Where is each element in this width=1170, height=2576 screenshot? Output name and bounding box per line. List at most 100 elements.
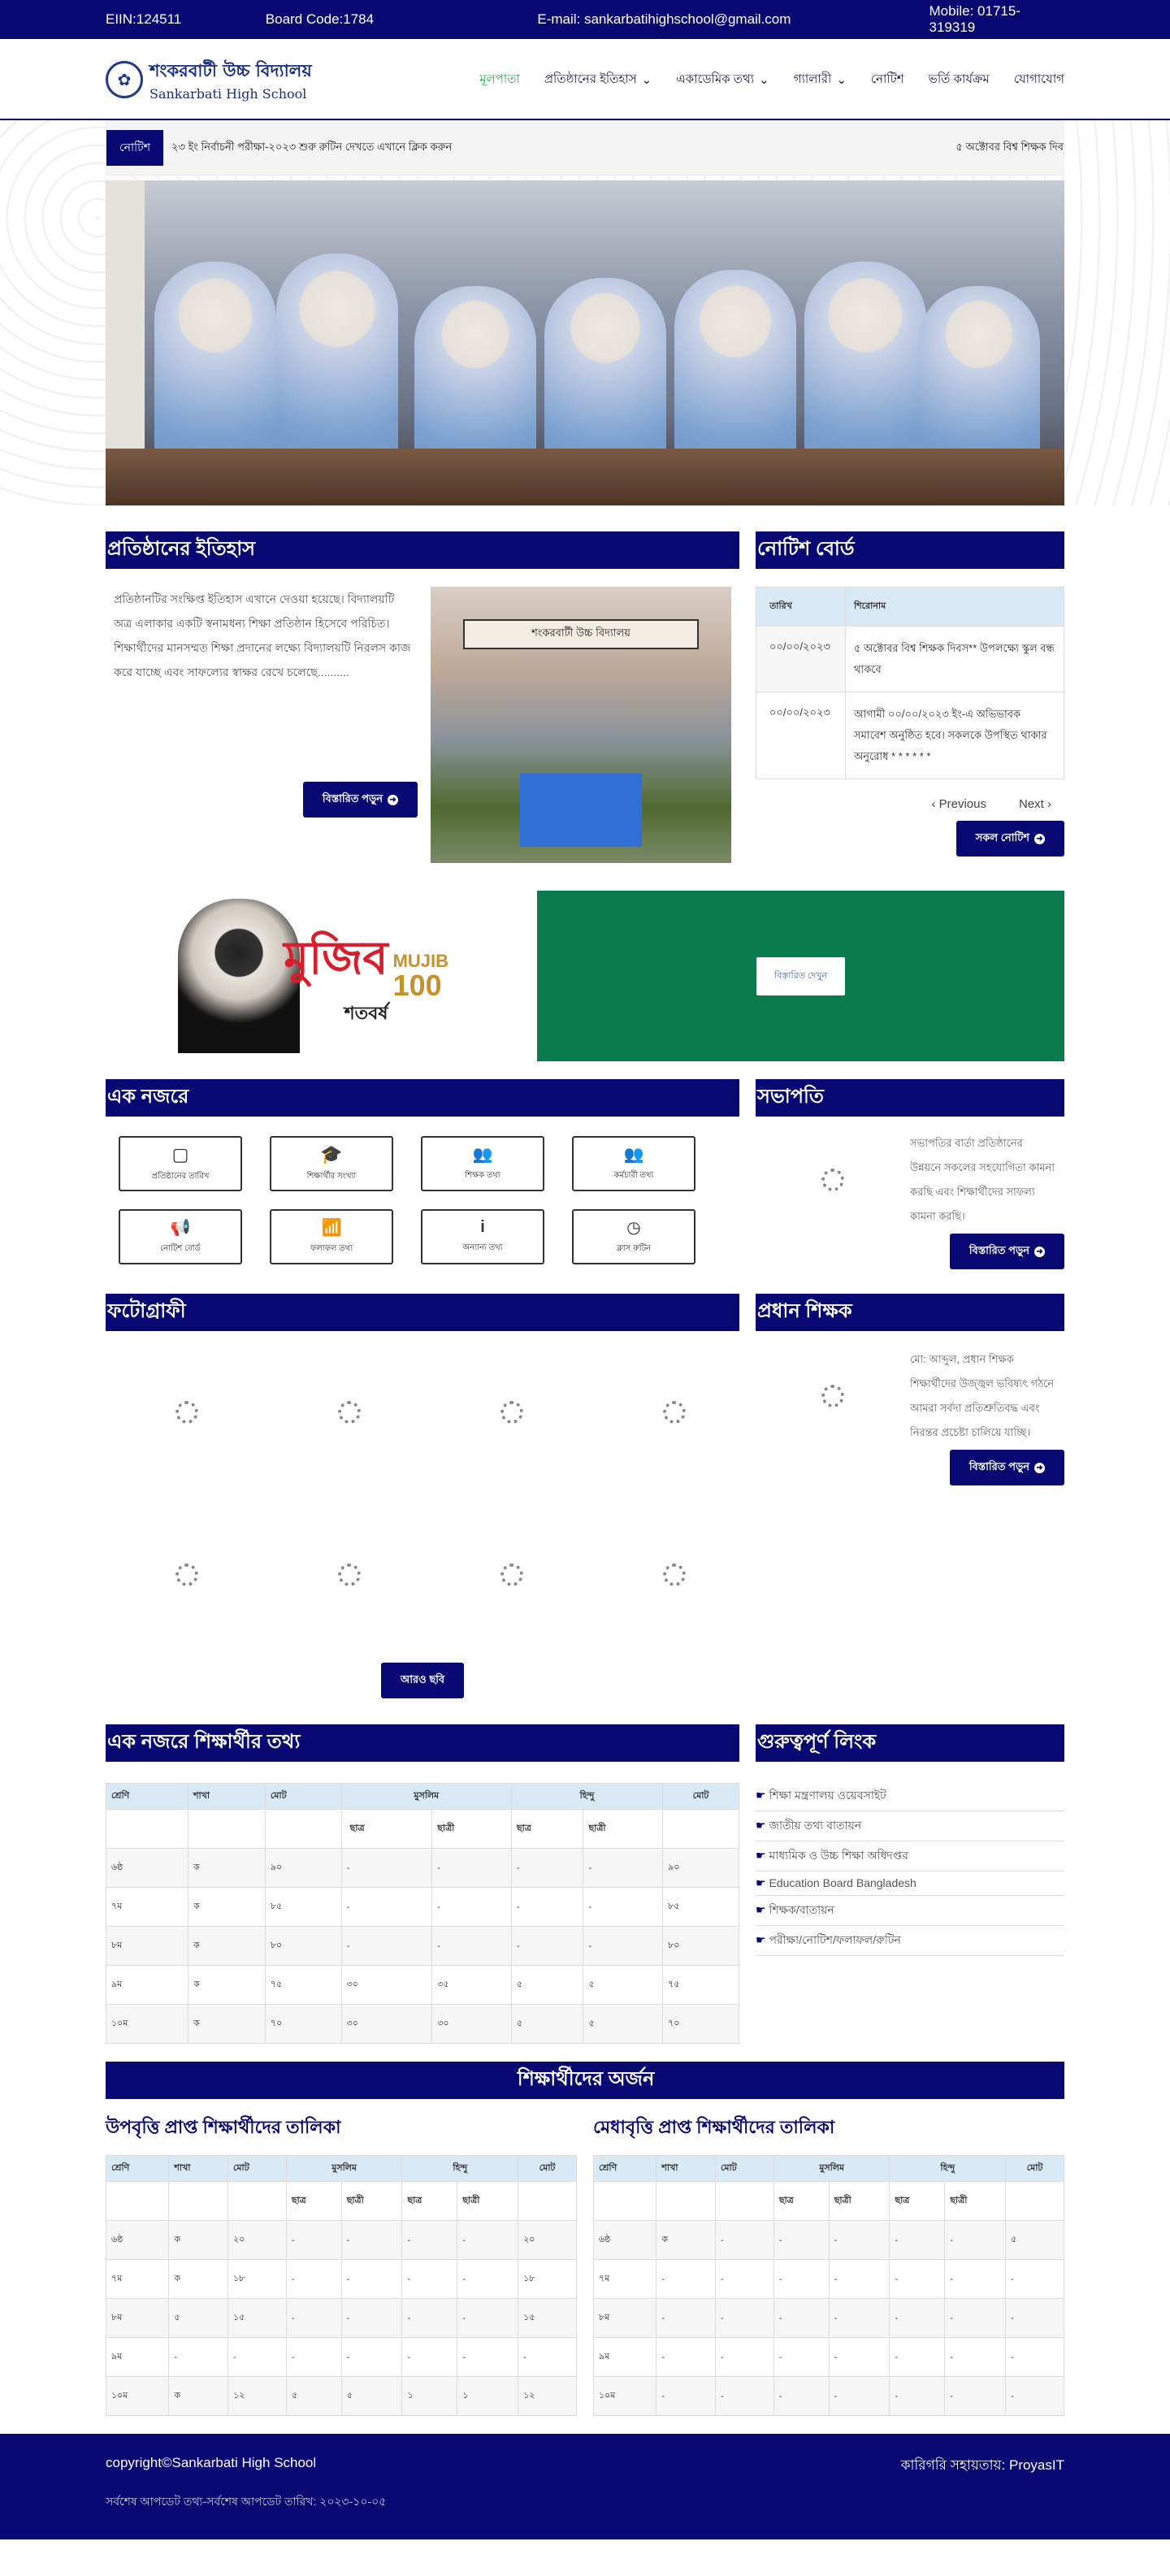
achievement-title: শিক্ষার্থীদের অর্জন: [106, 2062, 1064, 2099]
glance-item-notice[interactable]: 📢 নোটিশ বোর্ড: [119, 1209, 242, 1264]
last-update-text: সর্বশেষ আপডেট তথ্য-সর্বশেষ আপডেট তারিখ: …: [106, 2495, 387, 2508]
link-item[interactable]: ☛ মাধ্যমিক ও উচ্চ শিক্ষা অধিদপ্তর: [756, 1841, 1064, 1871]
loading-spinner-icon: [500, 1563, 523, 1586]
history-read-more-button[interactable]: বিস্তারিত পড়ুন ➜: [302, 782, 418, 817]
menu-contact[interactable]: যোগাযোগ: [1014, 70, 1064, 90]
chevron-down-icon: ⌄: [836, 73, 847, 87]
head-teacher-read-more-button[interactable]: বিস্তারিত পড়ুন ➜: [949, 1450, 1064, 1485]
more-photos-button[interactable]: আরও ছবি: [380, 1663, 465, 1698]
loading-spinner-icon: [176, 1401, 198, 1424]
menu-notice[interactable]: নোটিশ: [871, 70, 904, 90]
table-row: ৯ম - - - - - - -: [105, 2337, 577, 2377]
loading-spinner-icon: [176, 1563, 198, 1586]
notice-row[interactable]: ০০/০০/২০২৩ আগামী ০০/০০/২০২৩ ইং-এ অভিভাবক …: [756, 692, 1064, 779]
glance-item-students[interactable]: 🎓 শিক্ষার্থীর সংখ্যা: [270, 1136, 393, 1191]
notice-board-title: নোটিশ বোর্ড: [756, 531, 1064, 569]
chevron-down-icon: ⌄: [641, 73, 652, 87]
hand-point-right-icon: ☛: [756, 1903, 766, 1916]
developer-link[interactable]: কারিগরি সহায়তায়: ProyasIT: [901, 2455, 1064, 2478]
clock-icon: ◷: [626, 1219, 641, 1237]
menu-academic[interactable]: একাডেমিক তথ্য ⌄: [676, 70, 769, 90]
link-item[interactable]: ☛ শিক্ষা মন্ত্রণালয় ওয়েবসাইট: [756, 1781, 1064, 1811]
glance-item-teachers[interactable]: 👥 শিক্ষক তথ্য: [421, 1136, 544, 1191]
arrow-circle-right-icon: ➜: [1034, 1462, 1045, 1473]
calendar-icon: ▢: [171, 1143, 189, 1164]
email-text: E-mail: sankarbatihighschool@gmail.com: [537, 11, 791, 27]
link-item[interactable]: ☛ পরীক্ষা/নোটিশ/ফলাফল/রুটিন: [756, 1926, 1064, 1956]
loading-spinner-icon: [338, 1401, 361, 1424]
student-info-section: এক নজরে শিক্ষার্থীর তথ্য শ্রেণি শাখা মোট মু…: [106, 1724, 739, 2044]
prev-page-link[interactable]: ‹ Previous: [931, 797, 986, 811]
main-nav: ✿ শংকরবাটী উচ্চ বিদ্যালয় Sankarbati Hig…: [0, 39, 1170, 120]
menu: মূলপাতা প্রতিষ্ঠানের ইতিহাস ⌄ একাডেমিক তথ…: [479, 70, 1064, 90]
menu-gallery[interactable]: গ্যালারী ⌄: [794, 70, 847, 90]
table-row: ৭ম - - - - - - -: [592, 2259, 1064, 2299]
chevron-down-icon: ⌄: [759, 73, 769, 87]
history-section: প্রতিষ্ঠানের ইতিহাস প্রতিষ্ঠানটির সংক্ষি…: [106, 531, 739, 863]
mujib-sub: শতবর্ষ: [344, 1002, 388, 1023]
notice-row[interactable]: ০০/০০/২০২৩ ৫ অক্টোবর বিশ্ব শিক্ষক দিবস** …: [756, 626, 1064, 692]
loading-spinner-icon: [500, 1401, 523, 1424]
loading-spinner-icon: [663, 1563, 686, 1586]
link-item[interactable]: ☛ শিক্ষক/বাতায়ন: [756, 1896, 1064, 1926]
history-title: প্রতিষ্ঠানের ইতিহাস: [106, 531, 739, 569]
link-item[interactable]: ☛ Education Board Bangladesh: [756, 1871, 1064, 1896]
green-banner-button[interactable]: বিস্তারিত দেখুন: [756, 956, 846, 995]
all-notice-button[interactable]: সকল নোটিশ ➜: [956, 821, 1064, 856]
glance-item-routine[interactable]: ◷ ক্লাস রুটিন: [572, 1209, 696, 1264]
mujib-num: 100: [392, 968, 442, 1002]
glance-item-results[interactable]: 📶 ফলাফল তথ্য: [270, 1209, 393, 1264]
mobile-text: Mobile: 01715-319319: [929, 3, 1020, 35]
notice-header-date: তারিখ: [756, 587, 846, 627]
notice-ticker: নোটিশ ২৩ ইং নির্বাচনী পরীক্ষা-২০২৩ শুরু …: [106, 120, 1064, 176]
ticker-tag: নোটিশ: [106, 130, 164, 166]
portrait-icon: [178, 899, 301, 1053]
president-title: সভাপতি: [756, 1079, 1064, 1117]
menu-admission[interactable]: ভর্তি কার্যক্রম: [929, 70, 990, 90]
hand-point-right-icon: ☛: [756, 1789, 766, 1802]
table-row: ৮ম ৫ ১৫- - - -১৫: [105, 2298, 577, 2338]
ticker-message[interactable]: ২৩ ইং নির্বাচনী পরীক্ষা-২০২৩ শুরু রুটিন …: [163, 140, 956, 157]
table-row: ১০ম ক ৭০ ৩০ ৩০ ৫ ৫ ৭০: [106, 2004, 739, 2044]
merit-title: মেধাবৃত্তি প্রাপ্ত শিক্ষার্থীদের তালিকা: [593, 2117, 835, 2137]
glance-item-founding[interactable]: ▢ প্রতিষ্ঠানের তারিখ: [119, 1136, 242, 1191]
megaphone-icon: 📢: [170, 1219, 191, 1237]
info-icon: i: [480, 1218, 485, 1236]
table-row: ১০ম - - - - - - -: [592, 2376, 1064, 2416]
menu-home[interactable]: মূলপাতা: [479, 70, 520, 90]
president-read-more-button[interactable]: বিস্তারিত পড়ুন ➜: [949, 1234, 1064, 1269]
notice-table: তারিখ শিরোনাম ০০/০০/২০২৩ ৫ অক্টোবর বিশ্ব শ…: [756, 587, 1064, 779]
arrow-circle-right-icon: ➜: [388, 794, 398, 805]
table-row: ৭ম ক ৮৫- - - -৮৫: [106, 1887, 739, 1927]
loading-spinner-icon: [338, 1563, 361, 1586]
users-icon: 👥: [623, 1146, 644, 1164]
arrow-circle-right-icon: ➜: [1034, 1246, 1045, 1257]
menu-history[interactable]: প্রতিষ্ঠানের ইতিহাস ⌄: [544, 70, 652, 90]
ticker-message-2[interactable]: ৫ অক্টোবর বিশ্ব শিক্ষক দিব: [956, 140, 1064, 157]
stipend-title: উপবৃত্তি প্রাপ্ত শিক্ষার্থীদের তালিকা: [106, 2117, 341, 2137]
glance-item-staff[interactable]: 👥 কর্মচারী তথ্য: [572, 1136, 696, 1191]
student-info-title: এক নজরে শিক্ষার্থীর তথ্য: [106, 1724, 739, 1762]
student-info-table: শ্রেণি শাখা মোট মুসলিম হিন্দু মোট ছাত্র ছাত্রী…: [106, 1783, 739, 2044]
hero-area: নোটিশ ২৩ ইং নির্বাচনী পরীক্ষা-২০২৩ শুরু …: [0, 120, 1170, 505]
next-page-link[interactable]: Next ›: [1019, 797, 1051, 811]
copyright-text: copyright©Sankarbati High School: [106, 2455, 317, 2470]
glance-item-other[interactable]: i অন্যান্য তথ্য: [421, 1209, 544, 1264]
logo-english: Sankarbati High School: [150, 86, 307, 102]
table-row: ৯ম - - - - - - -: [592, 2337, 1064, 2377]
important-links-section: গুরুত্বপূর্ণ লিংক ☛ শিক্ষা মন্ত্রণালয় ও…: [756, 1724, 1064, 2044]
footer: copyright©Sankarbati High School কারিগরি…: [0, 2434, 1170, 2539]
photo-title: ফটোগ্রাফী: [106, 1294, 739, 1331]
hand-point-right-icon: ☛: [756, 1849, 766, 1862]
hand-point-right-icon: ☛: [756, 1876, 766, 1889]
green-banner: বিস্তারিত দেখুন: [537, 891, 1064, 1061]
top-bar: EIIN:124511 Board Code:1784 E-mail: sank…: [0, 0, 1170, 39]
board-code-text: Board Code:1784: [265, 11, 375, 27]
mujib-word: মুজিব: [284, 930, 388, 985]
bar-chart-icon: 📶: [321, 1219, 342, 1237]
school-seal-icon: ✿: [106, 61, 143, 98]
link-item[interactable]: ☛ জাতীয় তথ্য বাতায়ন: [756, 1811, 1064, 1841]
head-teacher-title: প্রধান শিক্ষক: [756, 1294, 1064, 1331]
glance-section: এক নজরে ▢ প্রতিষ্ঠানের তারিখ 🎓 শিক্ষার্থীর…: [106, 1079, 739, 1269]
site-logo[interactable]: ✿ শংকরবাটী উচ্চ বিদ্যালয় Sankarbati Hig…: [106, 58, 312, 102]
